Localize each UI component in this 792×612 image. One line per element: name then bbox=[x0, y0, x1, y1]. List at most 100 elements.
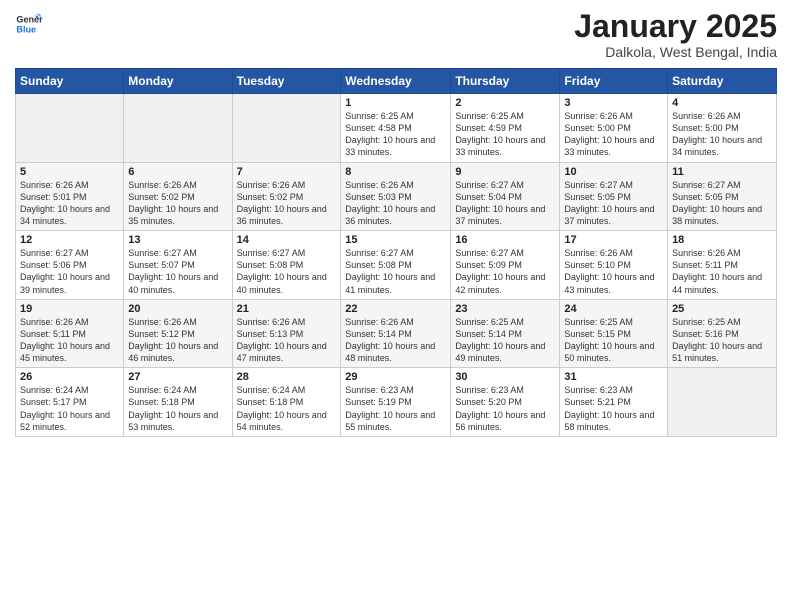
day-info: Sunrise: 6:27 AMSunset: 5:08 PMDaylight:… bbox=[237, 247, 337, 296]
month-title: January 2025 bbox=[574, 10, 777, 42]
calendar-cell: 10Sunrise: 6:27 AMSunset: 5:05 PMDayligh… bbox=[560, 162, 668, 231]
day-number: 8 bbox=[345, 166, 446, 178]
day-number: 1 bbox=[345, 97, 446, 109]
day-number: 18 bbox=[672, 234, 772, 246]
header: General Blue January 2025 Dalkola, West … bbox=[15, 10, 777, 60]
calendar-cell: 23Sunrise: 6:25 AMSunset: 5:14 PMDayligh… bbox=[451, 299, 560, 368]
day-info: Sunrise: 6:26 AMSunset: 5:01 PMDaylight:… bbox=[20, 179, 119, 228]
calendar-cell: 5Sunrise: 6:26 AMSunset: 5:01 PMDaylight… bbox=[16, 162, 124, 231]
calendar-cell: 28Sunrise: 6:24 AMSunset: 5:18 PMDayligh… bbox=[232, 368, 341, 437]
calendar-cell: 16Sunrise: 6:27 AMSunset: 5:09 PMDayligh… bbox=[451, 231, 560, 300]
calendar-week-1: 5Sunrise: 6:26 AMSunset: 5:01 PMDaylight… bbox=[16, 162, 777, 231]
day-number: 7 bbox=[237, 166, 337, 178]
calendar-cell: 11Sunrise: 6:27 AMSunset: 5:05 PMDayligh… bbox=[668, 162, 777, 231]
day-number: 19 bbox=[20, 303, 119, 315]
calendar-week-2: 12Sunrise: 6:27 AMSunset: 5:06 PMDayligh… bbox=[16, 231, 777, 300]
day-info: Sunrise: 6:26 AMSunset: 5:02 PMDaylight:… bbox=[237, 179, 337, 228]
calendar-week-3: 19Sunrise: 6:26 AMSunset: 5:11 PMDayligh… bbox=[16, 299, 777, 368]
day-number: 30 bbox=[455, 371, 555, 383]
calendar-cell: 25Sunrise: 6:25 AMSunset: 5:16 PMDayligh… bbox=[668, 299, 777, 368]
calendar-cell: 18Sunrise: 6:26 AMSunset: 5:11 PMDayligh… bbox=[668, 231, 777, 300]
calendar-cell: 29Sunrise: 6:23 AMSunset: 5:19 PMDayligh… bbox=[341, 368, 451, 437]
calendar-cell: 31Sunrise: 6:23 AMSunset: 5:21 PMDayligh… bbox=[560, 368, 668, 437]
day-number: 13 bbox=[128, 234, 227, 246]
day-info: Sunrise: 6:24 AMSunset: 5:18 PMDaylight:… bbox=[237, 384, 337, 433]
weekday-header-tuesday: Tuesday bbox=[232, 69, 341, 94]
day-info: Sunrise: 6:26 AMSunset: 5:03 PMDaylight:… bbox=[345, 179, 446, 228]
page: General Blue January 2025 Dalkola, West … bbox=[0, 0, 792, 612]
svg-text:General: General bbox=[16, 15, 43, 25]
calendar-cell bbox=[232, 94, 341, 163]
day-info: Sunrise: 6:25 AMSunset: 4:58 PMDaylight:… bbox=[345, 110, 446, 159]
day-number: 24 bbox=[564, 303, 663, 315]
day-info: Sunrise: 6:25 AMSunset: 5:16 PMDaylight:… bbox=[672, 316, 772, 365]
day-number: 6 bbox=[128, 166, 227, 178]
title-block: January 2025 Dalkola, West Bengal, India bbox=[574, 10, 777, 60]
day-info: Sunrise: 6:26 AMSunset: 5:00 PMDaylight:… bbox=[564, 110, 663, 159]
weekday-header-thursday: Thursday bbox=[451, 69, 560, 94]
calendar-cell: 24Sunrise: 6:25 AMSunset: 5:15 PMDayligh… bbox=[560, 299, 668, 368]
calendar-cell: 26Sunrise: 6:24 AMSunset: 5:17 PMDayligh… bbox=[16, 368, 124, 437]
day-number: 10 bbox=[564, 166, 663, 178]
day-number: 28 bbox=[237, 371, 337, 383]
day-info: Sunrise: 6:27 AMSunset: 5:09 PMDaylight:… bbox=[455, 247, 555, 296]
calendar-cell: 4Sunrise: 6:26 AMSunset: 5:00 PMDaylight… bbox=[668, 94, 777, 163]
day-number: 22 bbox=[345, 303, 446, 315]
day-number: 9 bbox=[455, 166, 555, 178]
day-number: 16 bbox=[455, 234, 555, 246]
day-info: Sunrise: 6:25 AMSunset: 5:15 PMDaylight:… bbox=[564, 316, 663, 365]
day-info: Sunrise: 6:26 AMSunset: 5:02 PMDaylight:… bbox=[128, 179, 227, 228]
day-number: 11 bbox=[672, 166, 772, 178]
day-number: 17 bbox=[564, 234, 663, 246]
weekday-header-wednesday: Wednesday bbox=[341, 69, 451, 94]
day-number: 25 bbox=[672, 303, 772, 315]
day-info: Sunrise: 6:26 AMSunset: 5:13 PMDaylight:… bbox=[237, 316, 337, 365]
calendar-cell: 3Sunrise: 6:26 AMSunset: 5:00 PMDaylight… bbox=[560, 94, 668, 163]
day-info: Sunrise: 6:24 AMSunset: 5:18 PMDaylight:… bbox=[128, 384, 227, 433]
day-number: 15 bbox=[345, 234, 446, 246]
day-number: 21 bbox=[237, 303, 337, 315]
calendar-cell: 13Sunrise: 6:27 AMSunset: 5:07 PMDayligh… bbox=[124, 231, 232, 300]
day-number: 27 bbox=[128, 371, 227, 383]
day-info: Sunrise: 6:26 AMSunset: 5:14 PMDaylight:… bbox=[345, 316, 446, 365]
day-number: 14 bbox=[237, 234, 337, 246]
calendar-cell: 8Sunrise: 6:26 AMSunset: 5:03 PMDaylight… bbox=[341, 162, 451, 231]
calendar-cell: 12Sunrise: 6:27 AMSunset: 5:06 PMDayligh… bbox=[16, 231, 124, 300]
day-info: Sunrise: 6:23 AMSunset: 5:21 PMDaylight:… bbox=[564, 384, 663, 433]
weekday-header-row: SundayMondayTuesdayWednesdayThursdayFrid… bbox=[16, 69, 777, 94]
calendar-cell bbox=[124, 94, 232, 163]
day-info: Sunrise: 6:26 AMSunset: 5:00 PMDaylight:… bbox=[672, 110, 772, 159]
day-info: Sunrise: 6:27 AMSunset: 5:04 PMDaylight:… bbox=[455, 179, 555, 228]
day-info: Sunrise: 6:27 AMSunset: 5:06 PMDaylight:… bbox=[20, 247, 119, 296]
calendar-cell: 17Sunrise: 6:26 AMSunset: 5:10 PMDayligh… bbox=[560, 231, 668, 300]
calendar-cell: 27Sunrise: 6:24 AMSunset: 5:18 PMDayligh… bbox=[124, 368, 232, 437]
day-number: 5 bbox=[20, 166, 119, 178]
day-info: Sunrise: 6:23 AMSunset: 5:19 PMDaylight:… bbox=[345, 384, 446, 433]
calendar-cell: 19Sunrise: 6:26 AMSunset: 5:11 PMDayligh… bbox=[16, 299, 124, 368]
day-info: Sunrise: 6:25 AMSunset: 5:14 PMDaylight:… bbox=[455, 316, 555, 365]
day-info: Sunrise: 6:26 AMSunset: 5:10 PMDaylight:… bbox=[564, 247, 663, 296]
weekday-header-monday: Monday bbox=[124, 69, 232, 94]
day-number: 2 bbox=[455, 97, 555, 109]
calendar-cell bbox=[16, 94, 124, 163]
calendar-week-0: 1Sunrise: 6:25 AMSunset: 4:58 PMDaylight… bbox=[16, 94, 777, 163]
weekday-header-friday: Friday bbox=[560, 69, 668, 94]
calendar-cell: 2Sunrise: 6:25 AMSunset: 4:59 PMDaylight… bbox=[451, 94, 560, 163]
day-info: Sunrise: 6:27 AMSunset: 5:07 PMDaylight:… bbox=[128, 247, 227, 296]
day-number: 12 bbox=[20, 234, 119, 246]
day-number: 29 bbox=[345, 371, 446, 383]
calendar-cell: 9Sunrise: 6:27 AMSunset: 5:04 PMDaylight… bbox=[451, 162, 560, 231]
day-info: Sunrise: 6:25 AMSunset: 4:59 PMDaylight:… bbox=[455, 110, 555, 159]
calendar-cell bbox=[668, 368, 777, 437]
day-info: Sunrise: 6:26 AMSunset: 5:12 PMDaylight:… bbox=[128, 316, 227, 365]
calendar-cell: 1Sunrise: 6:25 AMSunset: 4:58 PMDaylight… bbox=[341, 94, 451, 163]
day-info: Sunrise: 6:24 AMSunset: 5:17 PMDaylight:… bbox=[20, 384, 119, 433]
day-number: 23 bbox=[455, 303, 555, 315]
calendar-cell: 15Sunrise: 6:27 AMSunset: 5:08 PMDayligh… bbox=[341, 231, 451, 300]
calendar: SundayMondayTuesdayWednesdayThursdayFrid… bbox=[15, 68, 777, 437]
day-number: 20 bbox=[128, 303, 227, 315]
day-number: 3 bbox=[564, 97, 663, 109]
day-info: Sunrise: 6:26 AMSunset: 5:11 PMDaylight:… bbox=[672, 247, 772, 296]
day-number: 31 bbox=[564, 371, 663, 383]
location: Dalkola, West Bengal, India bbox=[574, 44, 777, 60]
